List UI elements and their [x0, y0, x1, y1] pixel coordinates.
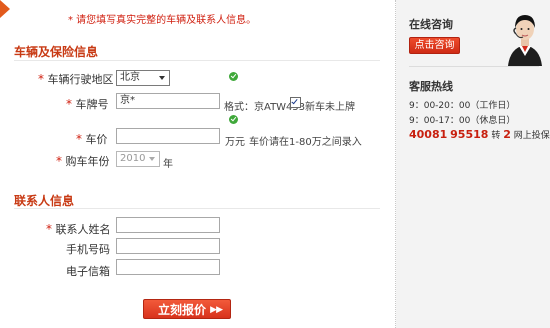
phone-ext: 2: [503, 128, 511, 141]
vehicle-section-title: 车辆及保险信息: [14, 45, 99, 59]
region-select[interactable]: 北京: [116, 70, 170, 86]
price-label: * 车价: [76, 132, 108, 146]
quote-form-panel: * 请您填写真实完整的车辆及联系人信息。 车辆及保险信息 * 车辆行驶地区 北京…: [0, 0, 395, 328]
email-label: 电子信箱: [66, 265, 110, 278]
section-divider: [14, 60, 380, 61]
contact-name-input[interactable]: [116, 217, 220, 233]
workday-hours: 9：00-20：00（工作日）: [409, 101, 516, 111]
purchase-year-label: * 购车年份: [56, 154, 110, 168]
region-label: * 车辆行驶地区: [38, 72, 114, 86]
online-consult-title: 在线咨询: [409, 18, 453, 31]
new-car-label: 新车未上牌: [305, 102, 355, 113]
support-agent-avatar: [502, 6, 548, 66]
email-input[interactable]: [116, 259, 220, 275]
corner-arrow-icon: [0, 0, 10, 18]
sidebar-divider: [409, 66, 539, 67]
hotline-title: 客服热线: [409, 80, 453, 93]
price-input[interactable]: [116, 128, 220, 144]
mobile-label: 手机号码: [66, 243, 110, 256]
contact-section-title: 联系人信息: [14, 194, 75, 208]
required-mark: *: [56, 154, 62, 168]
dropdown-arrow-icon: [149, 157, 155, 161]
required-mark: *: [76, 132, 82, 146]
phone-ext-desc: 网上投保: [513, 131, 550, 141]
phone-number-part: 95518: [450, 128, 489, 141]
price-range-hint: 车价请在1-80万之间录入: [249, 137, 362, 148]
new-car-checkbox[interactable]: [290, 97, 301, 108]
get-quote-button[interactable]: 立刻报价 ▶▶: [143, 299, 231, 319]
click-consult-button[interactable]: 点击咨询: [409, 37, 460, 54]
price-unit: 万元: [225, 137, 245, 148]
year-unit: 年: [163, 159, 173, 170]
required-mark: *: [46, 222, 52, 236]
valid-check-icon: [229, 115, 238, 124]
phone-ext-prefix: 转: [491, 131, 501, 141]
hotline-number: 40081 95518 转 2 网上投保: [409, 128, 550, 141]
plate-input[interactable]: 京*: [116, 93, 220, 109]
holiday-hours: 9：00-17：00（休息日）: [409, 116, 516, 126]
contact-name-label: * 联系人姓名: [46, 222, 111, 236]
get-quote-label: 立刻报价: [158, 303, 207, 317]
plate-label: * 车牌号: [66, 97, 109, 111]
purchase-year-select[interactable]: 2010: [116, 151, 160, 167]
phone-number-part: 40081: [409, 128, 448, 141]
double-arrow-icon: ▶▶: [210, 305, 223, 315]
section-divider: [14, 208, 380, 209]
valid-check-icon: [229, 72, 238, 81]
required-mark: *: [66, 97, 72, 111]
required-mark: *: [38, 72, 44, 86]
form-notice: * 请您填写真实完整的车辆及联系人信息。: [68, 15, 257, 26]
mobile-input[interactable]: [116, 238, 220, 254]
dropdown-arrow-icon: [159, 76, 165, 80]
